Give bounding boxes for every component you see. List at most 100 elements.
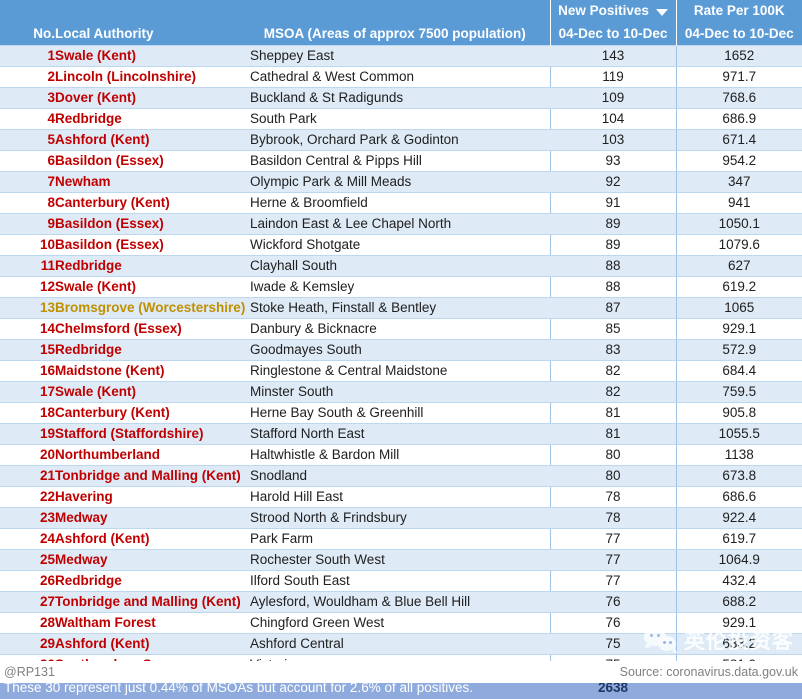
row-msoa: Goodmayes South [250, 340, 550, 361]
row-msoa: Ilford South East [250, 571, 550, 592]
row-rate: 432.4 [676, 571, 802, 592]
row-no: 14 [0, 319, 55, 340]
row-new-positives: 78 [550, 508, 676, 529]
row-local-authority: Medway [55, 550, 250, 571]
table-row[interactable]: 13Bromsgrove (Worcestershire)Stoke Heath… [0, 298, 802, 319]
row-local-authority: Lincoln (Lincolnshire) [55, 67, 250, 88]
table-row[interactable]: 16Maidstone (Kent)Ringlestone & Central … [0, 361, 802, 382]
row-msoa: Haltwhistle & Bardon Mill [250, 445, 550, 466]
row-msoa: Chingford Green West [250, 613, 550, 634]
table-row[interactable]: 22HaveringHarold Hill East78686.6 [0, 487, 802, 508]
row-rate: 686.6 [676, 487, 802, 508]
table-row[interactable]: 8Canterbury (Kent)Herne & Broomfield9194… [0, 193, 802, 214]
row-new-positives: 82 [550, 361, 676, 382]
table-row[interactable]: 5Ashford (Kent)Bybrook, Orchard Park & G… [0, 130, 802, 151]
row-no: 2 [0, 67, 55, 88]
table-row[interactable]: 10Basildon (Essex)Wickford Shotgate89107… [0, 235, 802, 256]
msoa-data-table: New Positives Rate Per 100K No. Local Au… [0, 0, 802, 699]
table-row[interactable]: 11RedbridgeClayhall South88627 [0, 256, 802, 277]
row-no: 25 [0, 550, 55, 571]
row-local-authority: Ashford (Kent) [55, 529, 250, 550]
row-local-authority: Dover (Kent) [55, 88, 250, 109]
table-row[interactable]: 25MedwayRochester South West771064.9 [0, 550, 802, 571]
row-rate: 922.4 [676, 508, 802, 529]
row-local-authority: Canterbury (Kent) [55, 403, 250, 424]
row-no: 22 [0, 487, 55, 508]
table-header: New Positives Rate Per 100K No. Local Au… [0, 0, 802, 46]
row-msoa: Iwade & Kemsley [250, 277, 550, 298]
row-new-positives: 81 [550, 424, 676, 445]
row-msoa: Cathedral & West Common [250, 67, 550, 88]
row-new-positives: 88 [550, 256, 676, 277]
row-rate: 905.8 [676, 403, 802, 424]
table-row[interactable]: 18Canterbury (Kent)Herne Bay South & Gre… [0, 403, 802, 424]
row-no: 13 [0, 298, 55, 319]
table-row[interactable]: 2Lincoln (Lincolnshire)Cathedral & West … [0, 67, 802, 88]
header-msoa-label: MSOA (Areas of approx 7500 population) [250, 22, 550, 45]
row-rate: 1050.1 [676, 214, 802, 235]
table-row[interactable]: 21Tonbridge and Malling (Kent)Snodland80… [0, 466, 802, 487]
row-local-authority: Swale (Kent) [55, 277, 250, 298]
row-rate: 759.5 [676, 382, 802, 403]
header-rate-per-100k[interactable]: Rate Per 100K [676, 0, 802, 22]
row-rate: 633.2 [676, 634, 802, 655]
row-msoa: South Park [250, 109, 550, 130]
row-rate: 572.9 [676, 340, 802, 361]
table-row[interactable]: 14Chelmsford (Essex)Danbury & Bicknacre8… [0, 319, 802, 340]
table-row[interactable]: 19Stafford (Staffordshire)Stafford North… [0, 424, 802, 445]
header-no[interactable]: No. [0, 22, 55, 46]
row-new-positives: 81 [550, 403, 676, 424]
row-msoa: Sheppey East [250, 46, 550, 67]
row-local-authority: Redbridge [55, 571, 250, 592]
row-local-authority: Northumberland [55, 445, 250, 466]
row-no: 20 [0, 445, 55, 466]
row-rate: 619.2 [676, 277, 802, 298]
row-local-authority: Stafford (Staffordshire) [55, 424, 250, 445]
table-row[interactable]: 3Dover (Kent)Buckland & St Radigunds1097… [0, 88, 802, 109]
header-rate-daterange: 04-Dec to 10-Dec [676, 22, 802, 46]
row-no: 7 [0, 172, 55, 193]
table-row[interactable]: 12Swale (Kent)Iwade & Kemsley88619.2 [0, 277, 802, 298]
header-local-authority[interactable]: Local Authority [55, 22, 250, 46]
row-msoa: Herne & Broomfield [250, 193, 550, 214]
row-rate: 627 [676, 256, 802, 277]
row-no: 5 [0, 130, 55, 151]
row-msoa: Snodland [250, 466, 550, 487]
table-row[interactable]: 17Swale (Kent)Minster South82759.5 [0, 382, 802, 403]
table-row[interactable]: 23MedwayStrood North & Frindsbury78922.4 [0, 508, 802, 529]
table-row[interactable]: 6Basildon (Essex)Basildon Central & Pipp… [0, 151, 802, 172]
table-row[interactable]: 26RedbridgeIlford South East77432.4 [0, 571, 802, 592]
table-row[interactable]: 20NorthumberlandHaltwhistle & Bardon Mil… [0, 445, 802, 466]
row-msoa: Bybrook, Orchard Park & Godinton [250, 130, 550, 151]
row-new-positives: 80 [550, 445, 676, 466]
row-local-authority: Swale (Kent) [55, 382, 250, 403]
table-row[interactable]: 29Ashford (Kent)Ashford Central75633.2 [0, 634, 802, 655]
row-new-positives: 77 [550, 571, 676, 592]
sort-descending-arrow-icon[interactable] [656, 9, 668, 16]
table-row[interactable]: 15RedbridgeGoodmayes South83572.9 [0, 340, 802, 361]
row-local-authority: Swale (Kent) [55, 46, 250, 67]
row-local-authority: Redbridge [55, 340, 250, 361]
row-msoa: Ashford Central [250, 634, 550, 655]
header-new-positives[interactable]: New Positives [550, 0, 676, 22]
row-new-positives: 93 [550, 151, 676, 172]
table-row[interactable]: 1Swale (Kent)Sheppey East1431652 [0, 46, 802, 67]
row-rate: 1055.5 [676, 424, 802, 445]
row-local-authority: Medway [55, 508, 250, 529]
table-row[interactable]: 4RedbridgeSouth Park104686.9 [0, 109, 802, 130]
row-new-positives: 89 [550, 214, 676, 235]
table-row[interactable]: 27Tonbridge and Malling (Kent)Aylesford,… [0, 592, 802, 613]
row-new-positives: 77 [550, 550, 676, 571]
row-rate: 688.2 [676, 592, 802, 613]
table-row[interactable]: 9Basildon (Essex)Laindon East & Lee Chap… [0, 214, 802, 235]
table-row[interactable]: 28Waltham ForestChingford Green West7692… [0, 613, 802, 634]
header-local-authority-top [55, 0, 250, 22]
header-msoa[interactable]: MSOA (Areas of approx 7500 population) [250, 22, 550, 46]
table-row[interactable]: 7NewhamOlympic Park & Mill Meads92347 [0, 172, 802, 193]
table-row[interactable]: 24Ashford (Kent)Park Farm77619.7 [0, 529, 802, 550]
row-rate: 686.9 [676, 109, 802, 130]
row-no: 27 [0, 592, 55, 613]
msoa-table-sheet: New Positives Rate Per 100K No. Local Au… [0, 0, 802, 683]
row-no: 10 [0, 235, 55, 256]
row-new-positives: 76 [550, 613, 676, 634]
